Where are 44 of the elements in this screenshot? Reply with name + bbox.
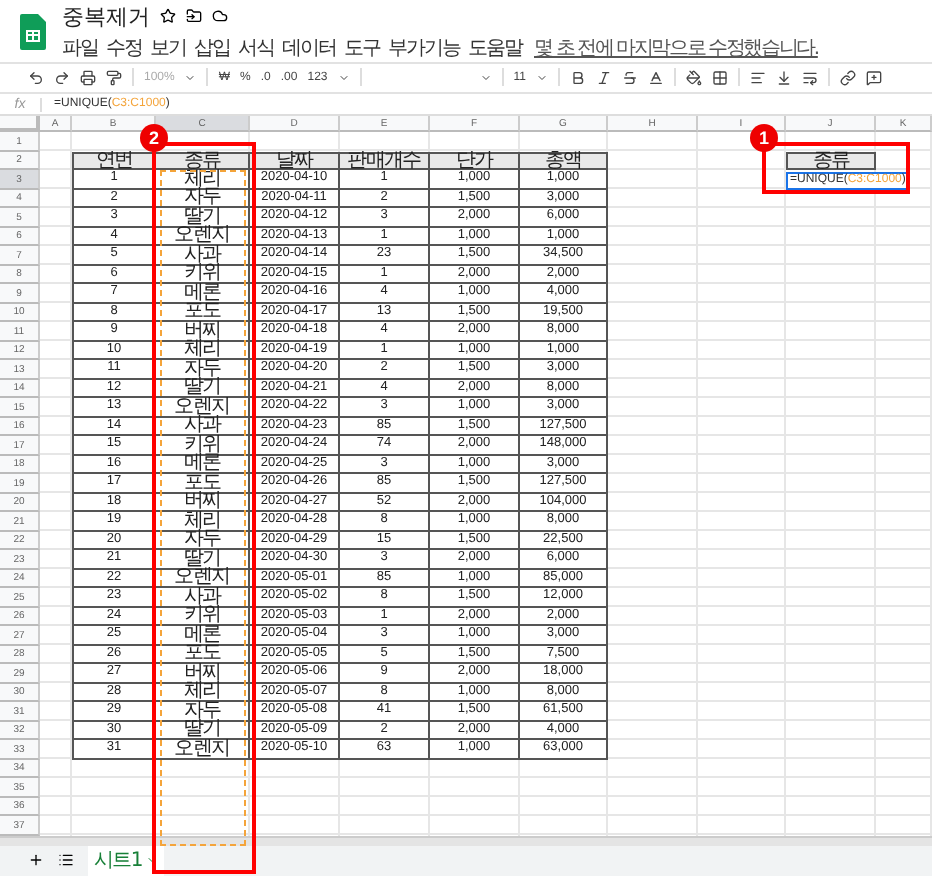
link-icon[interactable]: [839, 69, 856, 86]
caret-icon[interactable]: [479, 71, 492, 84]
strikethrough-icon[interactable]: [621, 69, 638, 86]
column-header: 판매개수: [340, 151, 430, 171]
undo-icon[interactable]: [28, 69, 44, 86]
sheet-list-icon[interactable]: [58, 852, 74, 869]
align-left-icon[interactable]: [749, 69, 766, 86]
cloud-icon[interactable]: [212, 8, 228, 25]
add-sheet-icon[interactable]: [28, 852, 44, 869]
menu-item[interactable]: 수정: [106, 33, 142, 62]
column-header: 날짜: [250, 151, 340, 171]
wrap-text-icon[interactable]: [801, 69, 818, 86]
fill-color-icon[interactable]: [685, 69, 702, 86]
star-icon[interactable]: [160, 8, 176, 25]
menu-item[interactable]: 보기: [150, 33, 186, 62]
menu-item[interactable]: 부가기능: [388, 33, 460, 62]
caret-icon[interactable]: [184, 71, 197, 84]
redo-icon[interactable]: [54, 69, 70, 86]
column-header: 연번: [72, 151, 156, 171]
caret-icon[interactable]: [535, 71, 548, 84]
text-color-icon[interactable]: [647, 69, 664, 86]
folder-icon[interactable]: [186, 8, 202, 25]
column-header: 종류: [786, 151, 876, 171]
print-icon[interactable]: [80, 69, 96, 86]
sheets-logo[interactable]: [20, 13, 46, 50]
menu-item[interactable]: 도구: [344, 33, 380, 62]
caret-icon[interactable]: [337, 71, 350, 84]
paint-roller-icon[interactable]: [106, 69, 122, 86]
vertical-align-icon[interactable]: [775, 69, 792, 86]
comment-icon[interactable]: [865, 69, 882, 86]
document-title[interactable]: 중복제거: [62, 1, 150, 32]
menu-item[interactable]: 데이터: [282, 33, 336, 62]
borders-icon[interactable]: [711, 69, 728, 86]
column-header: 종류: [156, 151, 250, 171]
menu-item[interactable]: 파일: [62, 33, 98, 62]
menu-item[interactable]: 서식: [238, 33, 274, 62]
column-header: 단가: [430, 151, 520, 171]
column-header: 총액: [520, 151, 608, 171]
last-edit-link[interactable]: 몇 초 전에 마지막으로 수정했습니다.: [534, 33, 818, 62]
bold-icon[interactable]: [569, 69, 586, 86]
menu-item[interactable]: 삽입: [194, 33, 230, 62]
italic-icon[interactable]: [595, 69, 612, 86]
menu-item[interactable]: 도움말: [468, 33, 522, 62]
table-cell: 오렌지: [156, 740, 250, 760]
